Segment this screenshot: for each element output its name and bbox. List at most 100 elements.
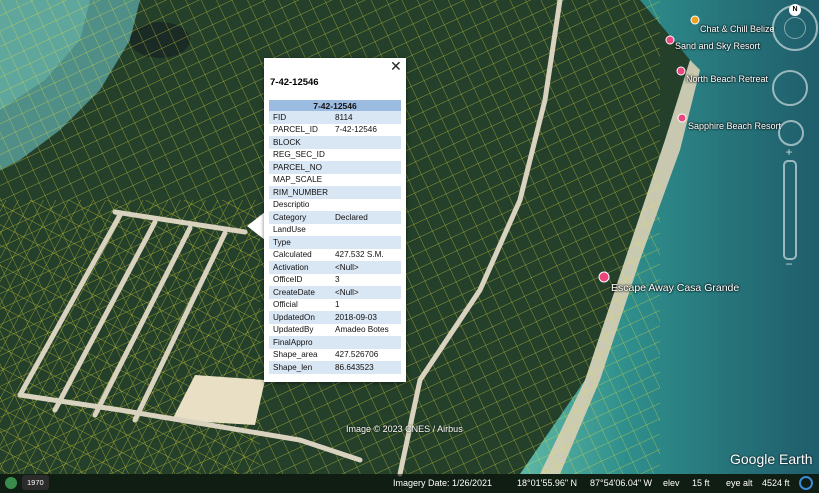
table-row: PARCEL_ID 7-42-12546 — [269, 124, 401, 137]
poi-label: Chat & Chill Belize — [700, 24, 775, 34]
eye-alt-label: eye alt — [726, 478, 753, 488]
table-row: MAP_SCALE — [269, 174, 401, 187]
table-row: Type — [269, 236, 401, 249]
attribute-value: 3 — [335, 275, 340, 285]
attribute-key: Official — [273, 300, 298, 310]
attribute-key: RIM_NUMBER — [269, 186, 331, 199]
table-row: Descriptio — [269, 199, 401, 212]
look-joystick[interactable] — [772, 70, 808, 106]
move-joystick[interactable] — [778, 120, 804, 146]
attribute-key: BLOCK — [269, 136, 331, 149]
compass-ring-icon — [784, 17, 806, 39]
table-row: FID 8114 — [269, 111, 401, 124]
attribute-value: 1 — [335, 300, 340, 310]
popup-pointer — [247, 212, 265, 240]
poi-north-beach-retreat[interactable]: North Beach Retreat — [686, 74, 768, 84]
table-row: LandUse — [269, 224, 401, 237]
attribute-key: UpdatedOn — [269, 311, 331, 324]
table-row: PARCEL_NO — [269, 161, 401, 174]
attribute-value: <Null> — [331, 286, 401, 299]
zoom-slider[interactable] — [783, 160, 797, 260]
longitude-readout: 87°54'06.04" W — [590, 478, 653, 488]
imagery-copyright: Image © 2023 CNES / Airbus — [346, 424, 463, 434]
attribute-key: Activation — [269, 261, 331, 274]
attribute-value — [331, 149, 401, 162]
historical-year-button[interactable]: 1970 — [22, 475, 49, 490]
zoom-out-button[interactable]: − — [783, 258, 795, 270]
attribute-key: MAP_SCALE — [273, 175, 323, 185]
elevation-value: 15 ft — [692, 478, 710, 488]
close-icon[interactable]: ✕ — [390, 59, 402, 73]
poi-label: Sapphire Beach Resort — [688, 121, 782, 131]
table-row: Shape_len 86.643523 — [269, 361, 401, 374]
poi-sapphire-beach-resort[interactable]: Sapphire Beach Resort — [688, 121, 781, 131]
elevation-label: elev — [663, 478, 680, 488]
table-row: OfficeID 3 — [269, 274, 401, 287]
attribute-value: Declared — [331, 211, 401, 224]
attribute-value: 7-42-12546 — [335, 125, 377, 135]
attribute-value: 427.526706 — [335, 350, 379, 360]
status-bar: 1970 Imagery Date: 1/26/2021 18°01'55.96… — [0, 474, 819, 493]
google-earth-logo: Google Earth — [730, 451, 813, 467]
eye-alt-value: 4524 ft — [762, 478, 790, 488]
popup-title: 7-42-12546 — [270, 77, 319, 88]
poi-sand-and-sky-resort[interactable]: Sand and Sky Resort — [675, 41, 760, 51]
imagery-date: Imagery Date: 1/26/2021 — [393, 478, 493, 488]
attribute-value: 86.643523 — [331, 361, 401, 374]
north-indicator[interactable]: N — [789, 4, 801, 16]
poi-escape-away-casa-grande[interactable]: Escape Away Casa Grande — [611, 282, 739, 294]
attribute-key: REG_SEC_ID — [273, 150, 325, 160]
table-row: Activation <Null> — [269, 261, 401, 274]
poi-label: Sand and Sky Resort — [675, 41, 761, 51]
attribute-key: Type — [269, 236, 331, 249]
table-row: RIM_NUMBER — [269, 186, 401, 199]
table-row: UpdatedBy Amadeo Botes — [269, 324, 401, 337]
poi-label: Escape Away Casa Grande — [611, 282, 740, 294]
attribute-value: 427.532 S.M. — [335, 250, 384, 260]
attribute-key: Descriptio — [273, 200, 310, 210]
table-header: 7-42-12546 — [269, 100, 401, 111]
latitude-readout: 18°01'55.96" N — [517, 478, 578, 488]
attribute-value — [331, 224, 401, 237]
table-row: Calculated 427.532 S.M. — [269, 249, 401, 262]
attribute-value — [331, 199, 401, 212]
attribute-key: CreateDate — [269, 286, 331, 299]
attribute-table: 7-42-12546 FID 8114 PARCEL_ID 7-42-12546 BLO… — [269, 100, 401, 374]
parcel-info-popup: 7-42-12546 ✕ 7-42-12546 FID 8114 PARCEL_ID… — [264, 58, 406, 382]
poi-label: North Beach Retreat — [686, 74, 769, 84]
attribute-key: Calculated — [273, 250, 312, 260]
attribute-value — [331, 161, 401, 174]
table-row: Official 1 — [269, 299, 401, 312]
attribute-value — [331, 336, 401, 349]
table-row: FinalAppro — [269, 336, 401, 349]
attribute-key: FinalAppro — [269, 336, 331, 349]
attribute-value: Amadeo Botes — [335, 325, 389, 335]
attribute-value — [331, 186, 401, 199]
table-row: CreateDate <Null> — [269, 286, 401, 299]
attribute-key: UpdatedBy — [273, 325, 314, 335]
compass-control[interactable]: N — [772, 4, 818, 51]
attribute-value: 8114 — [331, 111, 401, 124]
streaming-status-icon — [799, 476, 813, 490]
attribute-value — [331, 174, 401, 187]
attribute-value: 2018-09-03 — [331, 311, 401, 324]
attribute-value — [331, 136, 401, 149]
table-row: BLOCK — [269, 136, 401, 149]
attribute-key: PARCEL_ID — [273, 125, 318, 135]
attribute-value: <Null> — [331, 261, 401, 274]
attribute-key: Shape_area — [273, 350, 318, 360]
attribute-key: LandUse — [273, 225, 306, 235]
attribute-key: OfficeID — [273, 275, 303, 285]
table-row: UpdatedOn 2018-09-03 — [269, 311, 401, 324]
historical-imagery-icon[interactable] — [5, 477, 17, 489]
poi-chat-chill-belize[interactable]: Chat & Chill Belize — [700, 24, 775, 34]
table-row: Shape_area 427.526706 — [269, 349, 401, 362]
attribute-key: FID — [269, 111, 331, 124]
attribute-key: Shape_len — [269, 361, 331, 374]
attribute-value — [331, 236, 401, 249]
table-row: REG_SEC_ID — [269, 149, 401, 162]
attribute-key: Category — [269, 211, 331, 224]
zoom-in-button[interactable]: + — [783, 146, 795, 158]
table-row: Category Declared — [269, 211, 401, 224]
attribute-key: PARCEL_NO — [269, 161, 331, 174]
